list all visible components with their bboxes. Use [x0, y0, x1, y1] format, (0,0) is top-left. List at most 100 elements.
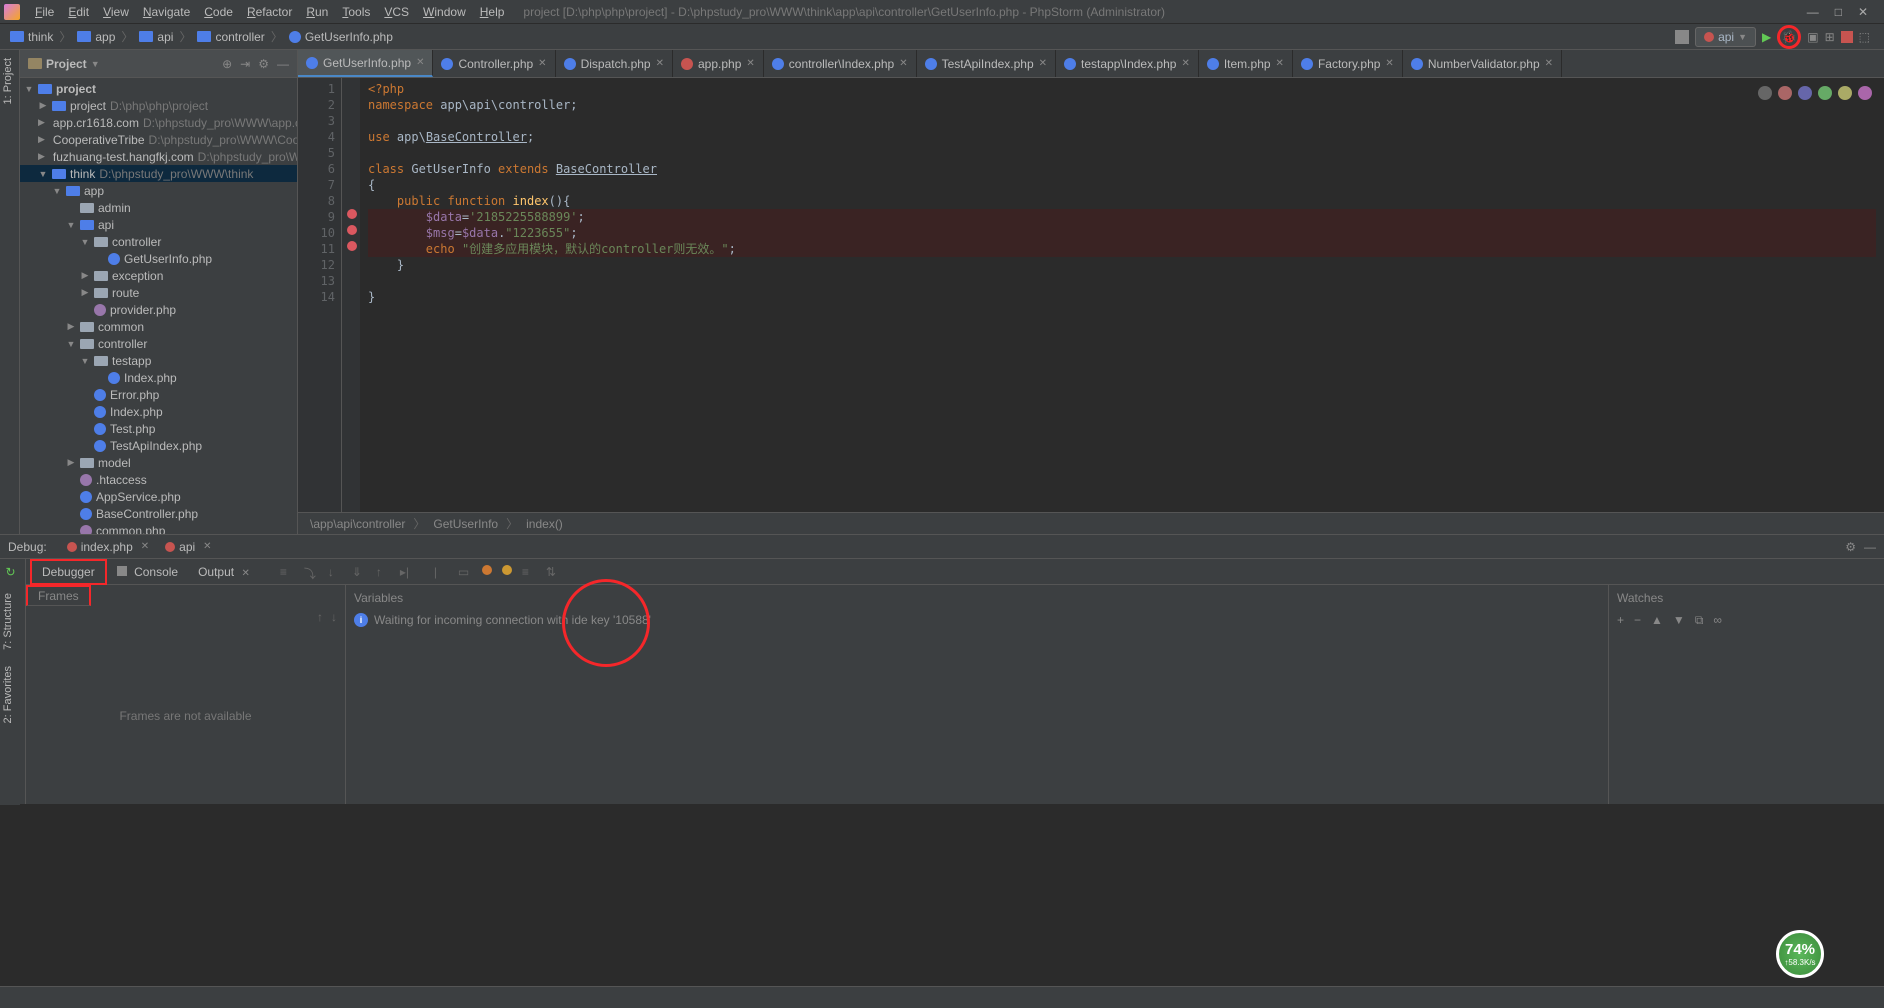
tree-item[interactable]: ▼controller	[20, 233, 297, 250]
edge-icon[interactable]	[1798, 86, 1812, 100]
safari-icon[interactable]	[1818, 86, 1832, 100]
tree-item[interactable]: ▶projectD:\php\php\project	[20, 97, 297, 114]
breadcrumb-think[interactable]: think	[6, 30, 57, 44]
tree-item[interactable]: ▼app	[20, 182, 297, 199]
up-icon[interactable]: ▲	[1651, 613, 1663, 628]
editor-tab[interactable]: app.php✕	[673, 50, 764, 77]
gear-icon[interactable]: ⚙	[1845, 540, 1856, 554]
tree-item[interactable]: Error.php	[20, 386, 297, 403]
collapse-icon[interactable]: ⇥	[240, 57, 250, 71]
editor-tab[interactable]: Factory.php✕	[1293, 50, 1403, 77]
editor-tab[interactable]: NumberValidator.php✕	[1403, 50, 1562, 77]
menu-help[interactable]: Help	[473, 3, 512, 21]
tree-item[interactable]: ▶fuzhuang-test.hangfkj.comD:\phpstudy_pr…	[20, 148, 297, 165]
watch2-icon[interactable]	[502, 565, 512, 575]
tree-item[interactable]: ▼api	[20, 216, 297, 233]
stop-button[interactable]	[1841, 31, 1853, 43]
tree-item[interactable]: .htaccess	[20, 471, 297, 488]
search-icon[interactable]: ⬚	[1859, 30, 1870, 44]
favorites-tool-tab[interactable]: 2: Favorites	[0, 658, 16, 731]
editor-tab[interactable]: Dispatch.php✕	[556, 50, 673, 77]
breadcrumb-controller[interactable]: controller	[193, 30, 268, 44]
editor-tab[interactable]: testapp\Index.php✕	[1056, 50, 1199, 77]
minimize-icon[interactable]: —	[1807, 5, 1819, 19]
tree-item[interactable]: ▼thinkD:\phpstudy_pro\WWW\think	[20, 165, 297, 182]
tree-item[interactable]: ▶app.cr1618.comD:\phpstudy_pro\WWW\app.c…	[20, 114, 297, 131]
editor-breadcrumb[interactable]: \app\api\controller〉GetUserInfo〉index()	[298, 512, 1884, 534]
menu-refactor[interactable]: Refactor	[240, 3, 299, 21]
editor-gutter[interactable]: 1234567891011121314	[298, 78, 342, 512]
maximize-icon[interactable]: □	[1835, 5, 1842, 19]
ie-icon[interactable]	[1858, 86, 1872, 100]
sort-icon[interactable]: ⇅	[546, 565, 560, 579]
menu-tools[interactable]: Tools	[335, 3, 377, 21]
build-icon[interactable]	[1675, 30, 1689, 44]
project-tool-tab[interactable]: 1: Project	[0, 50, 16, 112]
tree-item[interactable]: TestApiIndex.php	[20, 437, 297, 454]
menu-file[interactable]: File	[28, 3, 61, 21]
editor-tab[interactable]: Item.php✕	[1199, 50, 1293, 77]
step-into-icon[interactable]: ↓	[328, 565, 342, 579]
step-over-icon[interactable]: ⤵	[304, 565, 318, 579]
breadcrumb-app[interactable]: app	[73, 30, 119, 44]
coverage-icon[interactable]: ▣	[1807, 30, 1818, 44]
editor-tab[interactable]: TestApiIndex.php✕	[917, 50, 1056, 77]
tree-item[interactable]: ▼project	[20, 80, 297, 97]
menu-navigate[interactable]: Navigate	[136, 3, 197, 21]
menu-code[interactable]: Code	[197, 3, 240, 21]
down-icon[interactable]: ▼	[1673, 613, 1685, 628]
structure-tool-tab[interactable]: 7: Structure	[0, 585, 16, 658]
list-icon[interactable]: ≡	[522, 565, 536, 579]
tree-item[interactable]: AppService.php	[20, 488, 297, 505]
target-icon[interactable]: ⊕	[222, 57, 232, 71]
chrome-icon[interactable]	[1778, 86, 1792, 100]
menu-window[interactable]: Window	[416, 3, 473, 21]
close-icon[interactable]: ✕	[203, 541, 211, 552]
tree-item[interactable]: ▶route	[20, 284, 297, 301]
watch-icon[interactable]	[482, 565, 492, 575]
console-tab[interactable]: Console	[107, 561, 188, 583]
menu-vcs[interactable]: VCS	[377, 3, 416, 21]
debugger-tab[interactable]: Debugger	[30, 559, 107, 585]
frame-down-icon[interactable]: ↓	[331, 610, 337, 624]
tree-item[interactable]: admin	[20, 199, 297, 216]
close-icon[interactable]: ✕	[141, 541, 149, 552]
evaluate-icon[interactable]: ▭	[458, 565, 472, 579]
tree-item[interactable]: Index.php	[20, 403, 297, 420]
editor-tab[interactable]: Controller.php✕	[433, 50, 555, 77]
project-tree[interactable]: ▼project▶projectD:\php\php\project▶app.c…	[20, 78, 297, 534]
tree-item[interactable]: ▼testapp	[20, 352, 297, 369]
tree-item[interactable]: ▶exception	[20, 267, 297, 284]
run-to-cursor-icon[interactable]: ▸|	[400, 565, 414, 579]
debug-tab-index[interactable]: index.php ✕	[59, 537, 157, 557]
run-configuration-select[interactable]: api ▼	[1695, 27, 1756, 47]
add-watch-icon[interactable]: +	[1617, 613, 1624, 628]
editor-body[interactable]: 1234567891011121314 <?phpnamespace app\a…	[298, 78, 1884, 512]
tree-item[interactable]: ▶common	[20, 318, 297, 335]
opera-icon[interactable]	[1838, 86, 1852, 100]
firefox-icon[interactable]	[1758, 86, 1772, 100]
output-tab[interactable]: Output ✕	[188, 561, 260, 583]
copy-icon[interactable]: ⧉	[1695, 613, 1704, 628]
menu-view[interactable]: View	[96, 3, 136, 21]
close-icon[interactable]: ✕	[1858, 5, 1868, 19]
rerun-icon[interactable]: ↻	[6, 565, 20, 579]
gear-icon[interactable]: ⚙	[258, 57, 269, 71]
breakpoint-gutter[interactable]	[342, 78, 360, 512]
debug-tab-api[interactable]: api ✕	[157, 537, 219, 557]
breadcrumb-getuserinfo.php[interactable]: GetUserInfo.php	[285, 30, 397, 44]
remove-watch-icon[interactable]: −	[1634, 613, 1641, 628]
tree-item[interactable]: GetUserInfo.php	[20, 250, 297, 267]
hide-icon[interactable]: —	[1864, 540, 1876, 554]
tree-item[interactable]: ▶model	[20, 454, 297, 471]
editor-tab[interactable]: controller\Index.php✕	[764, 50, 917, 77]
breadcrumb-api[interactable]: api	[135, 30, 177, 44]
menu-edit[interactable]: Edit	[61, 3, 96, 21]
link-icon[interactable]: ∞	[1713, 613, 1722, 628]
force-step-icon[interactable]: ⇓	[352, 565, 366, 579]
debug-button[interactable]: 🐞	[1777, 25, 1801, 49]
tree-item[interactable]: provider.php	[20, 301, 297, 318]
tree-item[interactable]: Test.php	[20, 420, 297, 437]
hide-icon[interactable]: —	[277, 57, 289, 71]
code-editor[interactable]: <?phpnamespace app\api\controller;use ap…	[360, 78, 1884, 512]
